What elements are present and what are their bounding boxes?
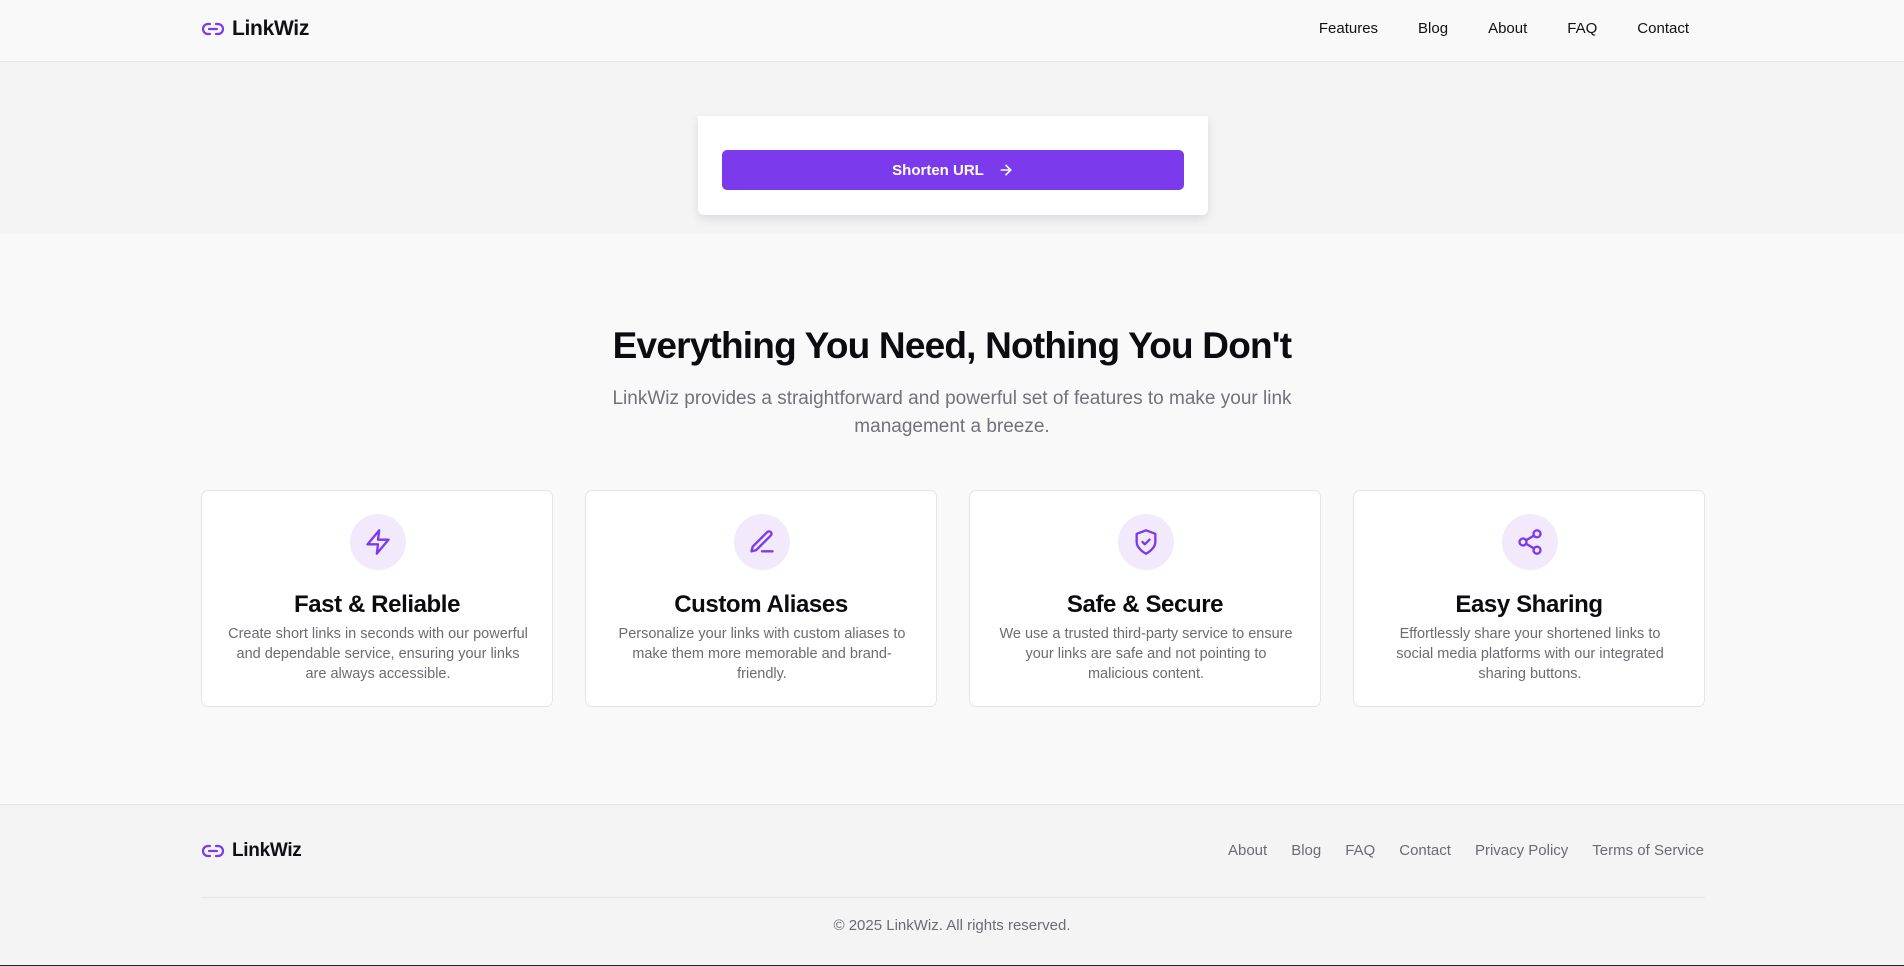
footer-link-privacy-policy[interactable]: Privacy Policy xyxy=(1475,842,1568,859)
nav-link-blog[interactable]: Blog xyxy=(1418,20,1448,37)
site-footer: LinkWiz About Blog FAQ Contact Privacy P… xyxy=(0,804,1904,966)
feature-card-description: Create short links in seconds with our p… xyxy=(228,626,528,682)
footer-nav: About Blog FAQ Contact Privacy Policy Te… xyxy=(1228,842,1704,859)
footer-brand-name: LinkWiz xyxy=(232,840,302,861)
feature-card-easy-sharing: Easy Sharing Effortlessly share your sho… xyxy=(1353,490,1705,707)
footer-brand-logo[interactable]: LinkWiz xyxy=(201,839,302,863)
feature-cards: Fast & Reliable Create short links in se… xyxy=(201,490,1705,707)
link-icon xyxy=(201,17,225,41)
nav-link-faq[interactable]: FAQ xyxy=(1567,20,1597,37)
share-icon xyxy=(1502,514,1558,570)
footer-link-faq[interactable]: FAQ xyxy=(1345,842,1375,859)
shield-check-icon xyxy=(1118,514,1174,570)
footer-link-terms-of-service[interactable]: Terms of Service xyxy=(1592,842,1704,859)
feature-card-description: We use a trusted third-party service to … xyxy=(999,626,1293,682)
pencil-icon xyxy=(734,514,790,570)
feature-card-description: Personalize your links with custom alias… xyxy=(618,626,906,682)
site-header: LinkWiz Features Blog About FAQ Contact xyxy=(0,0,1904,62)
features-title: Everything You Need, Nothing You Don't xyxy=(612,325,1292,366)
feature-card-title: Custom Aliases xyxy=(674,591,848,618)
link-icon xyxy=(201,839,225,863)
feature-card-title: Fast & Reliable xyxy=(293,591,461,618)
shorten-url-label: Shorten URL xyxy=(892,161,984,179)
brand-name: LinkWiz xyxy=(232,17,310,40)
shorten-url-button[interactable]: Shorten URL xyxy=(722,150,1184,190)
feature-card-description: Effortlessly share your shortened links … xyxy=(1396,626,1664,682)
brand-logo[interactable]: LinkWiz xyxy=(201,17,309,41)
nav-link-features[interactable]: Features xyxy=(1319,20,1378,37)
copyright-text: © 2025 LinkWiz. All rights reserved. xyxy=(833,917,1071,934)
nav-link-contact[interactable]: Contact xyxy=(1637,20,1689,37)
arrow-right-icon xyxy=(998,162,1014,178)
feature-card-safe-secure: Safe & Secure We use a trusted third-par… xyxy=(969,490,1321,707)
hero-section: Shorten URL xyxy=(0,62,1904,234)
lightning-icon xyxy=(350,514,406,570)
features-subtitle: LinkWiz provides a straightforward and p… xyxy=(612,388,1292,437)
feature-card-title: Safe & Secure xyxy=(1066,591,1224,618)
feature-card-custom-aliases: Custom Aliases Personalize your links wi… xyxy=(585,490,937,707)
shorten-form-card: Shorten URL xyxy=(698,116,1208,215)
footer-link-contact[interactable]: Contact xyxy=(1399,842,1451,859)
main-nav: Features Blog About FAQ Contact xyxy=(1319,20,1689,37)
nav-link-about[interactable]: About xyxy=(1488,20,1527,37)
footer-link-blog[interactable]: Blog xyxy=(1291,842,1321,859)
footer-divider xyxy=(201,897,1705,898)
footer-link-about[interactable]: About xyxy=(1228,842,1267,859)
feature-card-fast-reliable: Fast & Reliable Create short links in se… xyxy=(201,490,553,707)
feature-card-title: Easy Sharing xyxy=(1455,591,1603,618)
